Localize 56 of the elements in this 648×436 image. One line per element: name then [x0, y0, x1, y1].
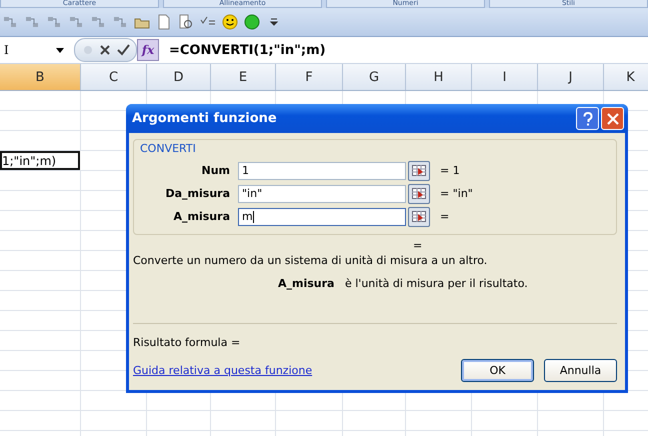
ball-icon[interactable] [244, 14, 260, 30]
column-header[interactable]: B [0, 64, 81, 90]
formula-text[interactable]: =CONVERTI(1;"in";m) [169, 42, 326, 58]
help-button[interactable] [576, 107, 599, 130]
collapse-dialog-button[interactable] [408, 206, 430, 226]
argument-label: Da_misura [164, 187, 231, 200]
argument-field[interactable]: 1 [238, 162, 406, 180]
function-result: = [413, 239, 424, 252]
collapse-dialog-button[interactable] [408, 160, 430, 180]
toolbar-tool-icon[interactable] [90, 14, 106, 30]
collapse-dialog-button[interactable] [408, 184, 430, 204]
grid-arrow-icon [412, 188, 426, 199]
check-icon[interactable] [117, 44, 130, 56]
magnifier-page-icon[interactable] [178, 14, 194, 30]
cancel-button[interactable]: Annulla [544, 359, 617, 382]
argument-field[interactable]: m [238, 208, 406, 226]
column-header[interactable]: D [147, 64, 211, 90]
toolbar-tool-icon[interactable] [46, 14, 62, 30]
column-header[interactable]: E [211, 64, 276, 90]
column-header[interactable]: G [343, 64, 406, 90]
column-header[interactable]: K [604, 64, 648, 90]
smiley-icon[interactable] [222, 14, 238, 30]
argument-result: = 1 [440, 164, 460, 177]
column-header[interactable]: H [406, 64, 472, 90]
caret-icon [56, 48, 64, 52]
grid-arrow-icon [412, 165, 426, 176]
dialog-title: Argomenti funzione [132, 111, 277, 126]
argument-label: A_misura [172, 210, 231, 223]
ok-button[interactable]: OK [461, 359, 534, 382]
insert-function-button[interactable]: fx [137, 39, 159, 61]
column-header[interactable]: F [276, 64, 343, 90]
function-name: CONVERTI [140, 142, 197, 155]
argument-help: A_misura è l'unità di misura per il risultato. [278, 277, 529, 290]
argument-result: = [440, 210, 450, 223]
argument-field[interactable]: "in" [238, 184, 406, 202]
toolbar-tool-icon[interactable] [2, 14, 18, 30]
formula-result: Risultato formula = [133, 336, 242, 349]
circle-icon [83, 45, 93, 55]
argument-result: = "in" [440, 187, 473, 200]
toolbar-tool-icon[interactable] [68, 14, 84, 30]
help-link[interactable]: Guida relativa a questa funzione [133, 364, 312, 377]
cancel-icon[interactable] [99, 44, 111, 56]
grid-arrow-icon [412, 211, 426, 222]
toolbar-tool-icon[interactable] [112, 14, 128, 30]
column-header[interactable]: J [538, 64, 604, 90]
close-button[interactable] [601, 107, 624, 130]
column-header[interactable]: I [472, 64, 538, 90]
name-box[interactable]: I [0, 40, 68, 60]
function-description: Converte un numero da un sistema di unità di misura a un altro. [133, 254, 488, 267]
close-icon [606, 112, 618, 124]
page-icon[interactable] [156, 14, 172, 30]
active-cell[interactable]: 1;"in";m) [0, 151, 80, 170]
toolbar-tool-icon[interactable] [24, 14, 40, 30]
question-mark-icon [582, 112, 592, 126]
argument-label: Num [200, 164, 231, 177]
column-header[interactable]: C [81, 64, 147, 90]
